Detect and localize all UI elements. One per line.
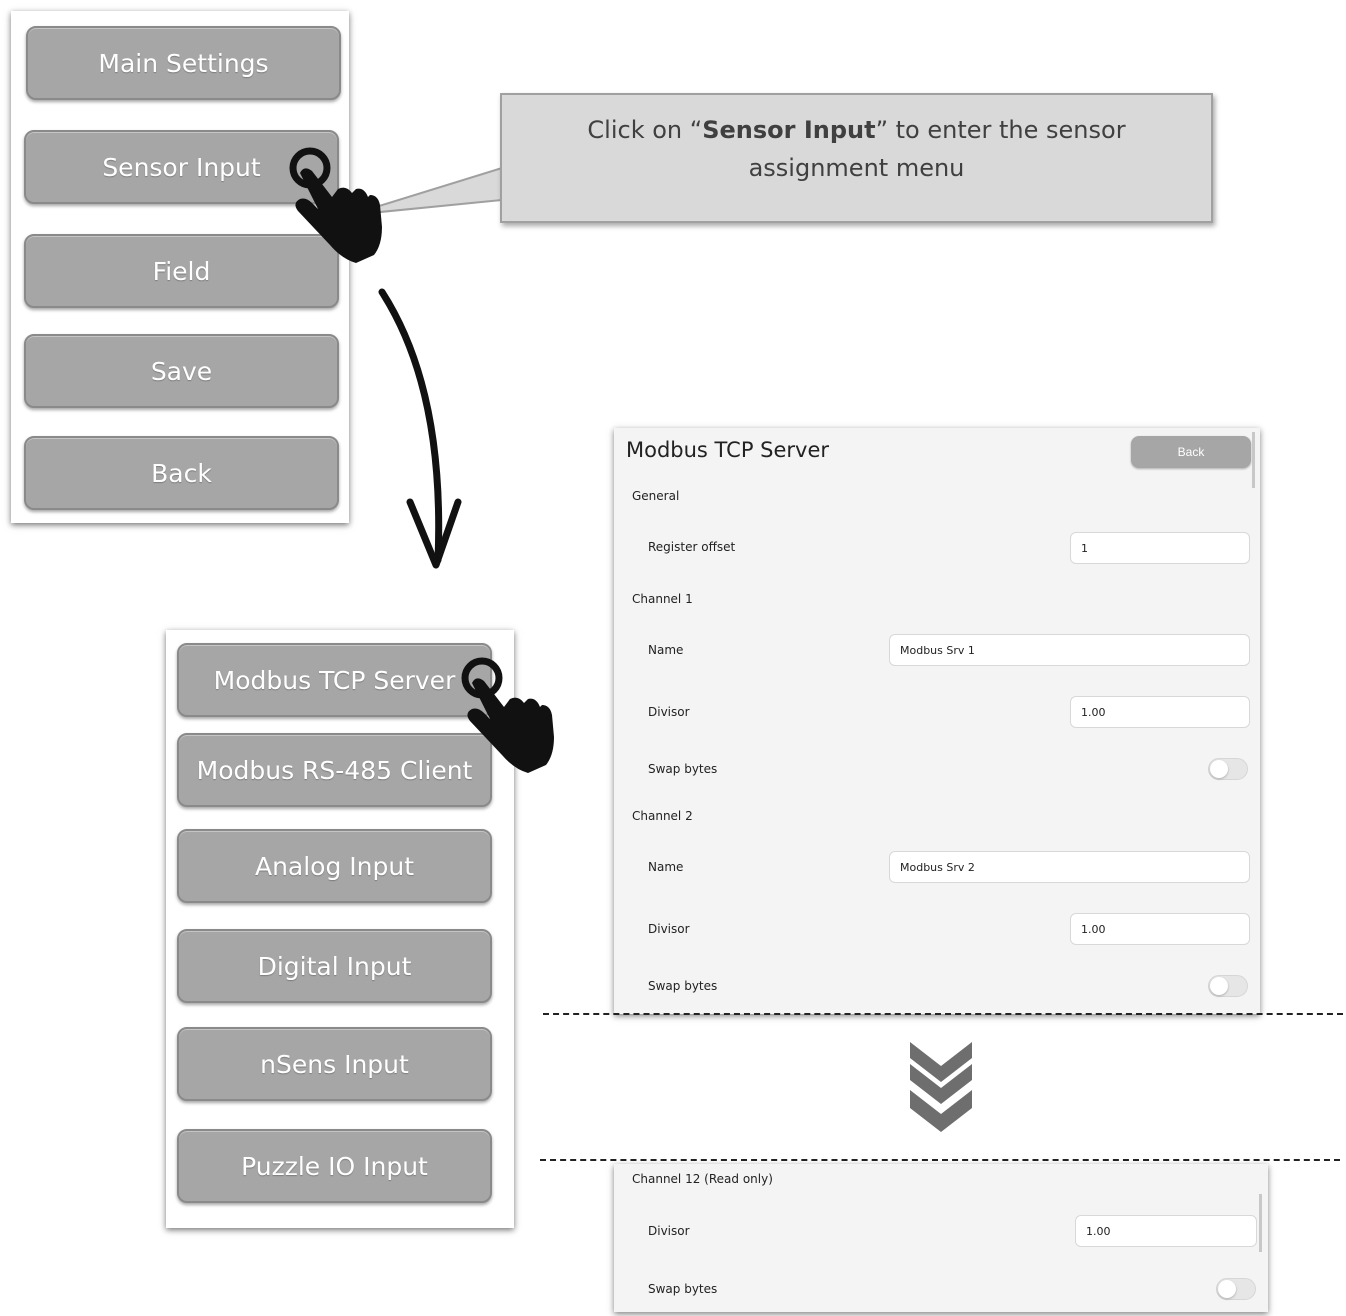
pointing-hand-icon bbox=[461, 657, 554, 773]
register-offset-input[interactable]: 1 bbox=[1070, 532, 1250, 564]
pointing-hand-icon bbox=[289, 147, 382, 263]
scrollbar[interactable] bbox=[1252, 432, 1255, 488]
settings-back-button[interactable]: Back bbox=[1131, 436, 1251, 468]
channel-2-divisor-label: Divisor bbox=[648, 922, 690, 936]
instruction-callout: Click on “Sensor Input” to enter the sen… bbox=[500, 93, 1213, 223]
puzzle-io-input-button[interactable]: Puzzle IO Input bbox=[177, 1129, 492, 1203]
callout-bold: Sensor Input bbox=[702, 116, 876, 144]
channel-2-name-input[interactable]: Modbus Srv 2 bbox=[889, 851, 1250, 883]
channel-12-swap-toggle[interactable] bbox=[1216, 1278, 1256, 1300]
channel-2-swap-toggle[interactable] bbox=[1208, 975, 1248, 997]
modbus-settings-panel: Modbus TCP Server Back General Register … bbox=[614, 428, 1260, 1014]
channel-12-divisor-input[interactable]: 1.00 bbox=[1075, 1215, 1257, 1247]
page-title: Modbus TCP Server bbox=[626, 438, 830, 462]
digital-input-button[interactable]: Digital Input bbox=[177, 929, 492, 1003]
channel-1-swap-toggle[interactable] bbox=[1208, 758, 1248, 780]
channel-1-divisor-label: Divisor bbox=[648, 705, 690, 719]
modbus-settings-panel-bottom: Channel 12 (Read only) Divisor 1.00 Swap… bbox=[614, 1164, 1268, 1312]
channel-2-name-label: Name bbox=[648, 860, 684, 874]
separator-top bbox=[543, 1013, 1343, 1015]
channel-1-name-label: Name bbox=[648, 643, 684, 657]
curved-arrow-icon bbox=[378, 288, 462, 569]
section-channel-2: Channel 2 bbox=[632, 809, 693, 823]
section-channel-12: Channel 12 (Read only) bbox=[632, 1172, 773, 1186]
callout-prefix: Click on “ bbox=[587, 116, 703, 144]
channel-2-divisor-input[interactable]: 1.00 bbox=[1070, 913, 1250, 945]
section-general: General bbox=[632, 489, 680, 503]
analog-input-button[interactable]: Analog Input bbox=[177, 829, 492, 903]
separator-bottom bbox=[540, 1159, 1340, 1161]
channel-1-divisor-input[interactable]: 1.00 bbox=[1070, 696, 1250, 728]
channel-12-divisor-label: Divisor bbox=[648, 1224, 690, 1238]
channel-12-swap-label: Swap bytes bbox=[648, 1282, 718, 1296]
nsens-input-button[interactable]: nSens Input bbox=[177, 1027, 492, 1101]
channel-2-swap-label: Swap bytes bbox=[648, 979, 718, 993]
channel-1-name-input[interactable]: Modbus Srv 1 bbox=[889, 634, 1250, 666]
section-channel-1: Channel 1 bbox=[632, 592, 693, 606]
channel-1-swap-label: Swap bytes bbox=[648, 762, 718, 776]
register-offset-label: Register offset bbox=[648, 540, 736, 554]
scrollbar-bottom[interactable] bbox=[1259, 1194, 1262, 1252]
double-chevron-down-icon bbox=[910, 1042, 972, 1132]
